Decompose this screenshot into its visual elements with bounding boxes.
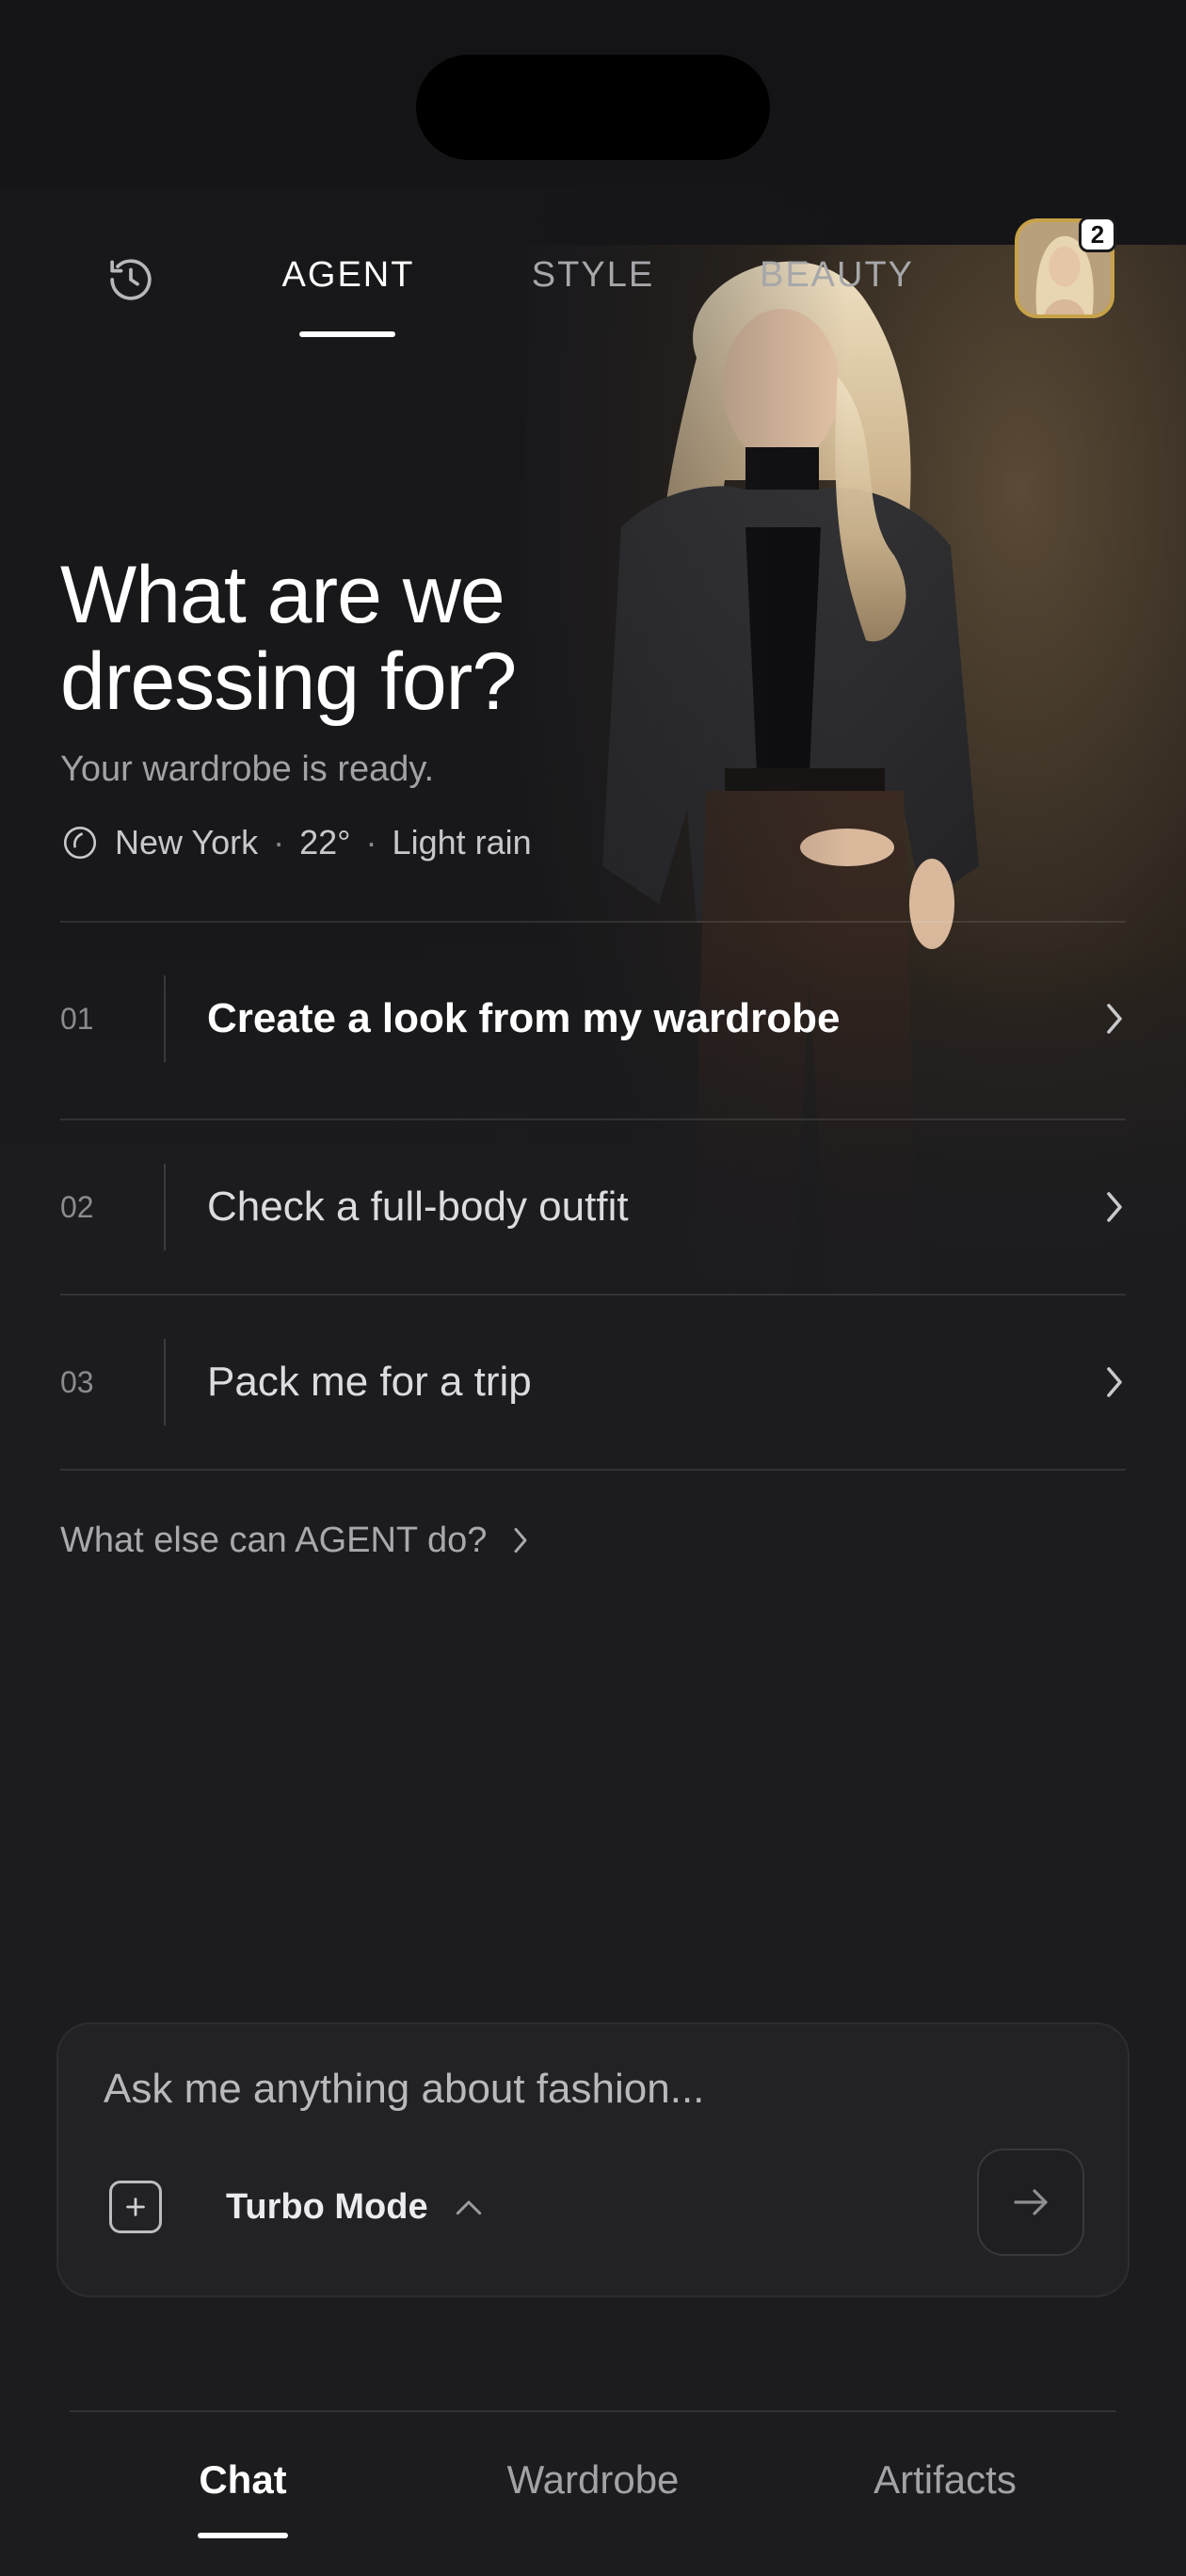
chevron-up-icon: [456, 2200, 481, 2215]
more-capabilities-link[interactable]: What else can AGENT do?: [60, 1514, 530, 1567]
weather-info: New York · 22° · Light rain: [60, 819, 532, 866]
chevron-right-icon: [514, 1527, 527, 1554]
divider: [60, 1469, 1126, 1471]
hero-model-image: [527, 245, 1186, 1469]
tab-agent-indicator: [299, 331, 395, 337]
weather-separator: ·: [273, 823, 285, 861]
mode-label: Turbo Mode: [226, 2186, 428, 2227]
action-row-pack-trip[interactable]: 03 Pack me for a trip: [60, 1339, 1126, 1425]
action-label: Create a look from my wardrobe: [207, 995, 841, 1041]
chat-composer: Ask me anything about fashion... Turbo M…: [56, 2022, 1130, 2297]
dynamic-island: [416, 55, 770, 160]
divider: [60, 1119, 1126, 1120]
weather-condition: Light rain: [392, 823, 532, 861]
mode-selector[interactable]: Turbo Mode: [226, 2179, 485, 2235]
avatar-count-badge: 2: [1079, 217, 1116, 252]
action-row-check-outfit[interactable]: 02 Check a full-body outfit: [60, 1164, 1126, 1250]
action-number: 02: [60, 1189, 94, 1224]
row-separator: [164, 1339, 166, 1425]
plus-square-icon: [126, 2198, 145, 2216]
page-title: What are we dressing for?: [60, 552, 719, 725]
bottom-tab-wardrobe[interactable]: Wardrobe: [480, 2452, 706, 2508]
weather-temp: 22°: [299, 823, 351, 861]
chevron-right-icon: [1088, 1188, 1126, 1226]
tab-agent[interactable]: AGENT: [282, 247, 414, 303]
action-label: Check a full-body outfit: [207, 1183, 629, 1230]
action-label: Pack me for a trip: [207, 1359, 532, 1405]
tab-beauty[interactable]: BEAUTY: [759, 247, 915, 303]
action-number: 03: [60, 1364, 94, 1399]
row-separator: [164, 975, 166, 1062]
arrow-right-icon: [1014, 2189, 1048, 2215]
row-separator: [164, 1164, 166, 1250]
more-capabilities-label: What else can AGENT do?: [60, 1520, 488, 1560]
chevron-right-icon: [1088, 1363, 1126, 1401]
chat-input[interactable]: Ask me anything about fashion...: [104, 2066, 951, 2113]
divider: [60, 1294, 1126, 1296]
action-row-create-look[interactable]: 01 Create a look from my wardrobe: [60, 975, 1126, 1062]
rain-drop-icon: [63, 826, 97, 860]
action-number: 01: [60, 1001, 94, 1036]
send-button[interactable]: [977, 2149, 1084, 2256]
weather-city: New York: [115, 823, 259, 861]
app-screen: AGENT STYLE BEAUTY 2 What are we dressin…: [0, 0, 1186, 2576]
attach-button[interactable]: [109, 2181, 162, 2233]
chevron-right-icon: [1088, 1000, 1126, 1038]
page-subtitle: Your wardrobe is ready.: [60, 749, 435, 789]
bottom-tab-chat-indicator: [198, 2533, 288, 2538]
divider: [60, 921, 1126, 923]
bottom-tab-chat[interactable]: Chat: [177, 2452, 309, 2508]
history-icon: [110, 259, 152, 300]
tab-style[interactable]: STYLE: [527, 247, 659, 303]
bottom-tab-artifacts[interactable]: Artifacts: [843, 2452, 1047, 2508]
tab-bar-divider: [70, 2410, 1116, 2412]
weather-separator: ·: [365, 823, 377, 861]
page-title-line-1: What are we: [60, 550, 505, 640]
history-button[interactable]: [98, 247, 164, 313]
page-title-line-2: dressing for?: [60, 636, 517, 727]
